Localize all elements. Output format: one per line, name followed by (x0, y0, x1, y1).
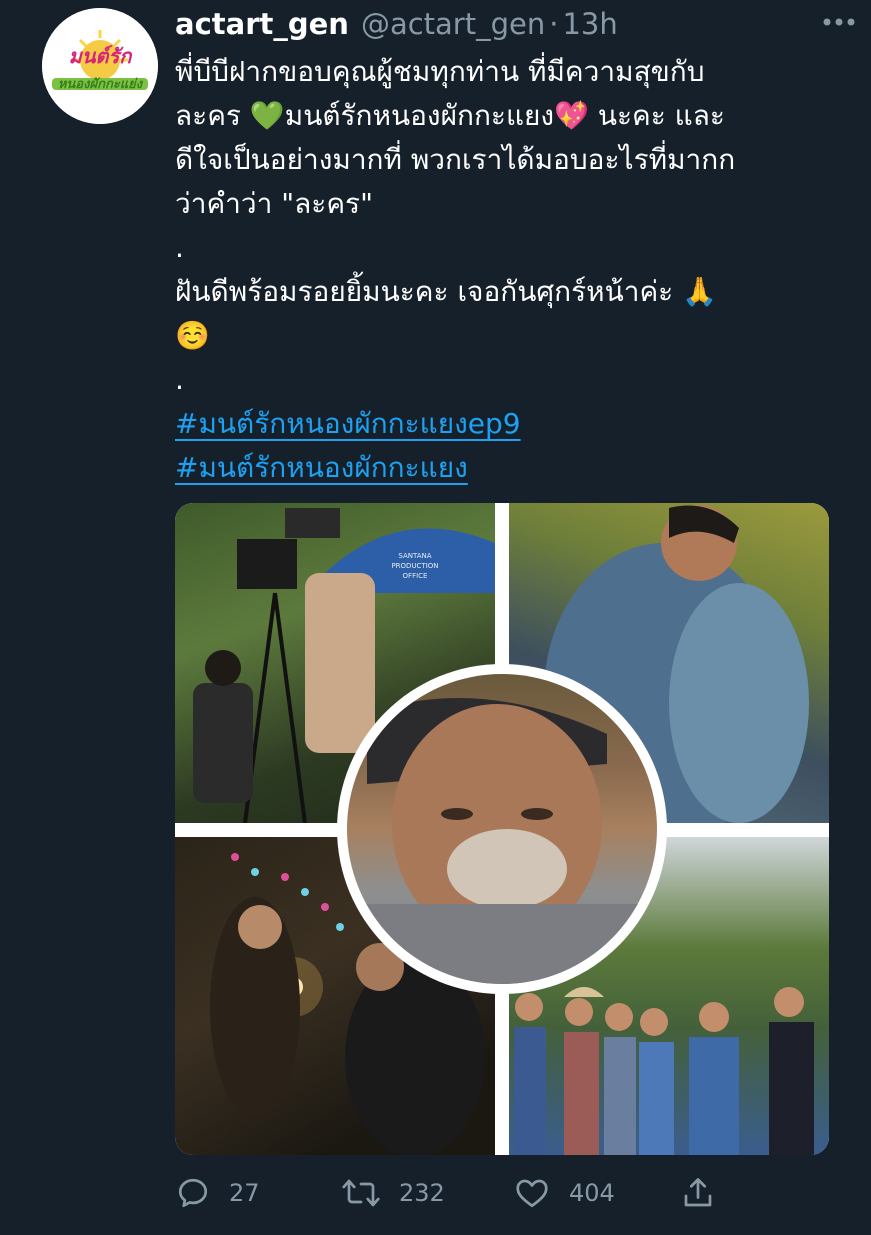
like-icon (516, 1179, 548, 1208)
svg-text:PRODUCTION: PRODUCTION (391, 562, 438, 570)
reply-button[interactable]: 27 (175, 1168, 260, 1218)
svg-text:มนต์รัก: มนต์รัก (69, 44, 134, 68)
tweet-line: ละคร 💚มนต์รักหนองผักกะแยง💖 นะคะ และ (175, 99, 725, 132)
photo-portrait-circle (337, 664, 667, 994)
like-button[interactable]: 404 (513, 1168, 615, 1218)
timestamp[interactable]: 13h (562, 7, 617, 41)
tweet-line: ดีใจเป็นอย่างมากที่ พวกเราได้มอบอะไรที่ม… (175, 143, 736, 176)
retweet-icon (342, 1179, 380, 1207)
more-horizontal-icon[interactable] (819, 4, 859, 40)
share-icon (684, 1178, 712, 1207)
tweet-line: ว่าคำว่า "ละคร" (175, 187, 373, 220)
display-name[interactable]: actart_gen (175, 7, 349, 41)
retweet-count: 232 (399, 1179, 445, 1207)
tweet-line: พี่บีบีฝากขอบคุณผู้ชมทุกท่าน ที่มีความสุ… (175, 55, 705, 88)
tweet-actions: 27 232 404 (175, 1168, 735, 1218)
tweet-text: พี่บีบีฝากขอบคุณผู้ชมทุกท่าน ที่มีความสุ… (175, 50, 845, 490)
reply-icon (178, 1178, 208, 1208)
retweet-button[interactable]: 232 (341, 1168, 445, 1218)
tweet-line: . (175, 363, 184, 396)
hashtag-link[interactable]: #มนต์รักหนองผักกะแยงep9 (175, 407, 521, 440)
svg-text:SANTANA: SANTANA (398, 552, 431, 560)
tweet-line: . (175, 231, 184, 264)
svg-text:OFFICE: OFFICE (403, 572, 428, 580)
user-handle[interactable]: @actart_gen (361, 7, 545, 41)
avatar[interactable]: มนต์รัก หนองผักกะแย่ง (42, 8, 158, 124)
hashtag-link[interactable]: #มนต์รักหนองผักกะแยง (175, 451, 468, 484)
reply-count: 27 (229, 1179, 260, 1207)
like-count: 404 (569, 1179, 615, 1207)
svg-text:หนองผักกะแย่ง: หนองผักกะแย่ง (58, 77, 144, 92)
drama-logo-icon: มนต์รัก หนองผักกะแย่ง (42, 8, 158, 124)
tweet-media[interactable]: SANTANA PRODUCTION OFFICE (175, 503, 829, 1155)
tweet-header: actart_gen @actart_gen · 13h (175, 2, 851, 46)
tweet-line: ฝันดีพร้อมรอยยิ้มนะคะ เจอกันศุกร์หน้าค่ะ… (175, 275, 717, 308)
share-button[interactable] (680, 1168, 716, 1218)
tweet-line: ☺️ (175, 319, 210, 352)
separator-dot: · (549, 7, 559, 41)
